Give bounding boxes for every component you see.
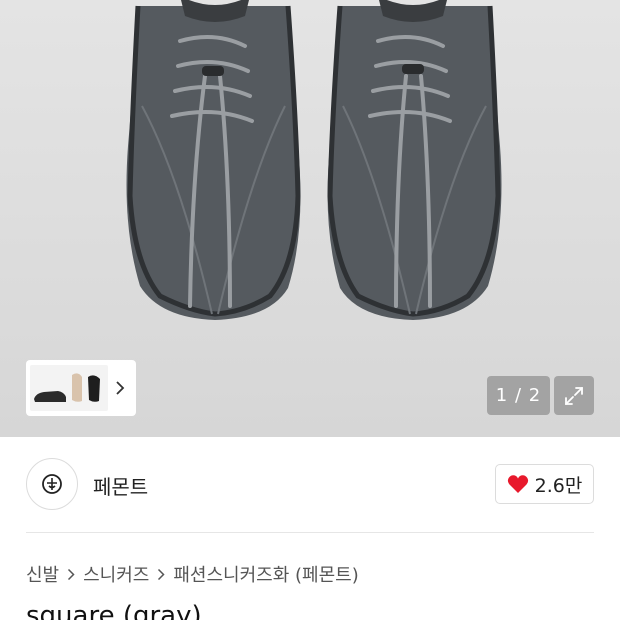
- product-image-right-shoe: [327, 0, 502, 320]
- like-button[interactable]: 2.6만: [495, 464, 594, 504]
- product-title: square (gray): [26, 601, 202, 620]
- brand-name[interactable]: 페몬트: [93, 471, 148, 500]
- brand-logo[interactable]: [26, 458, 78, 510]
- thumbnail-next-button[interactable]: [108, 365, 132, 411]
- divider: [26, 532, 594, 533]
- thumbnail-image[interactable]: [30, 365, 108, 411]
- chevron-right-icon: [157, 568, 165, 581]
- brand-row: 페몬트 2.6만: [0, 437, 620, 532]
- thumbnail-shoes-icon: [34, 373, 100, 402]
- expand-icon: [565, 386, 583, 405]
- breadcrumb-item-shoes[interactable]: 신발: [26, 561, 59, 587]
- breadcrumb-item-sneakers[interactable]: 스니커즈: [83, 561, 149, 587]
- product-image-left-shoe: [126, 0, 301, 320]
- like-count: 2.6만: [534, 474, 583, 497]
- breadcrumb-item-fashion-sneakers[interactable]: 패션스니커즈화 (페몬트): [173, 561, 358, 587]
- expand-button[interactable]: [554, 376, 594, 415]
- product-image-gallery[interactable]: 1 / 2: [0, 0, 620, 437]
- image-counter: 1 / 2: [487, 376, 550, 415]
- brand-logo-icon: [42, 474, 62, 494]
- chevron-right-icon: [116, 381, 125, 395]
- chevron-right-icon: [67, 568, 75, 581]
- thumbnail-strip[interactable]: [26, 360, 136, 416]
- heart-icon: [507, 475, 528, 493]
- breadcrumb: 신발 스니커즈 패션스니커즈화 (페몬트): [26, 561, 359, 587]
